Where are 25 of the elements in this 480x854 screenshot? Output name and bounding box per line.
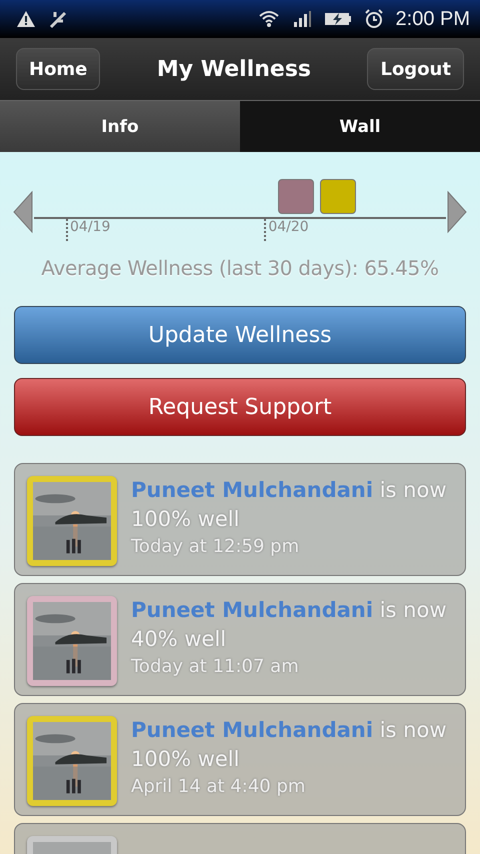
average-wellness-text: Average Wellness (last 30 days): 65.45% [40, 256, 440, 280]
battery-charging-icon [324, 11, 352, 27]
clock-time: 2:00 PM [396, 8, 470, 30]
signal-icon [292, 10, 312, 28]
post-text: Puneet Mulchandani is now 40% well [131, 597, 448, 653]
wellness-marker[interactable] [320, 179, 356, 214]
post-time: April 14 at 4:40 pm [131, 776, 306, 797]
right-arrow-icon[interactable] [446, 190, 468, 234]
post-text: Puneet Mulchandani is now 100% well [131, 717, 448, 773]
tab[interactable]: Info [0, 101, 240, 152]
wellness-marker[interactable] [278, 179, 314, 214]
post-text: Puneet Mulchandani is now 100% well [131, 477, 448, 533]
post-time: Today at 11:07 am [131, 656, 300, 677]
date-label: 04/19 [66, 219, 110, 241]
alarm-icon [364, 9, 384, 29]
update-button[interactable]: Update Wellness [14, 306, 466, 364]
support-button[interactable]: Request Support [14, 378, 466, 436]
warning-icon [16, 10, 36, 28]
tab[interactable]: Wall [240, 101, 480, 152]
screen-title: My Wellness [156, 56, 312, 82]
date-label: 04/20 [264, 219, 309, 241]
left-arrow-icon[interactable] [12, 190, 34, 234]
wifi-icon [258, 10, 280, 28]
logout-button[interactable]: Logout [367, 48, 464, 90]
home-button[interactable]: Home [16, 48, 100, 90]
